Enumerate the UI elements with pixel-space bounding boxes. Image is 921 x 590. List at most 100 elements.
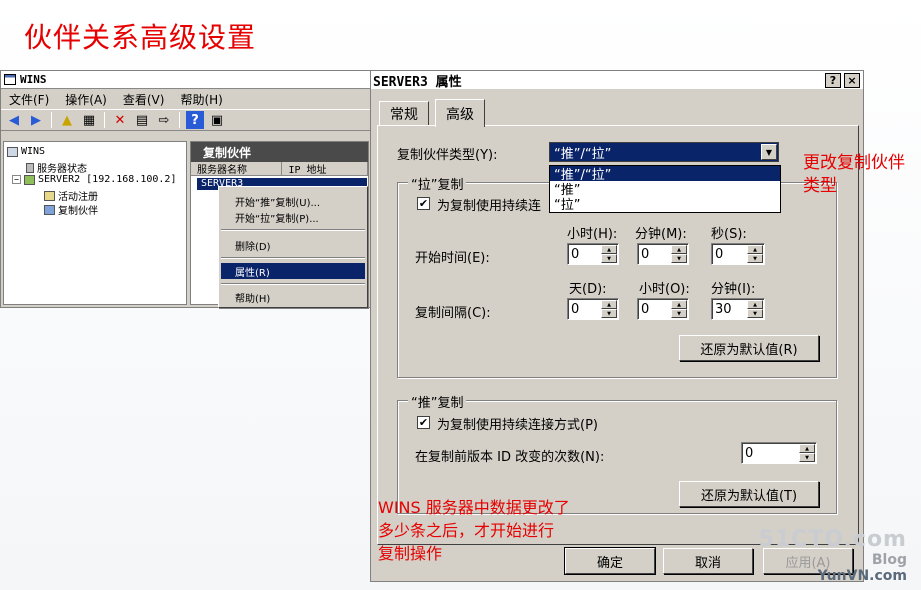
column-header-ip[interactable]: IP 地址 [282,162,368,176]
server-status-icon [26,162,34,173]
menu-view[interactable]: 查看(V) [123,91,165,108]
push-persistent-checkbox[interactable]: ✔ [417,416,430,429]
export-icon[interactable]: ⇨ [155,111,173,129]
push-persistent-label: 为复制使用持续连接方式(P) [437,418,598,433]
console-toolbar: ◀ ▶ ▲ ▦ ✕ ▤ ⇨ ? ▣ [1,109,371,131]
slide-title: 伙伴关系高级设置 [24,21,257,54]
start-minutes-spinner[interactable]: 0 ▲ ▼ [637,243,689,265]
menu-action[interactable]: 操作(A) [65,91,107,108]
annotation-change-type: 更改复制伙伴 类型 [803,152,905,198]
close-button[interactable]: × [844,72,860,88]
partners-icon [44,204,55,215]
spin-down-icon[interactable]: ▼ [601,254,617,263]
minutes2-label: 分钟(I): [711,282,756,297]
annotation-push-threshold: WINS 服务器中数据更改了 多少条之后，才开始进行 复制操作 [378,496,570,565]
tree-item-server-status[interactable]: 服务器状态 [26,160,87,175]
spin-up-icon[interactable]: ▲ [799,444,815,453]
console-title: WINS [20,73,47,86]
console-icon[interactable]: ▣ [208,111,226,129]
minutes-label: 分钟(M): [635,227,687,242]
tab-advanced[interactable]: 高级 [435,99,485,127]
dialog-titlebar: SERVER3 属性 ? × [371,71,863,90]
spinner-value: 0 [571,301,580,317]
dropdown-option-push[interactable]: “推” [550,181,780,198]
spinner-value: 30 [715,301,732,317]
interval-minutes-spinner[interactable]: 30 ▲ ▼ [711,298,765,320]
menu-item-delete[interactable]: 删除(D) [221,237,365,253]
spin-up-icon[interactable]: ▲ [601,245,617,254]
annotation-line: 多少条之后，才开始进行 [378,521,555,540]
dropdown-option-pull[interactable]: “拉” [550,196,780,213]
pull-persistent-checkbox[interactable]: ✔ [417,197,430,210]
version-id-spinner[interactable]: 0 ▲ ▼ [741,442,817,464]
back-arrow-icon[interactable]: ◀ [5,111,23,129]
tree-label: SERVER2 [192.168.100.2] [38,174,177,185]
context-menu: 开始“推”复制(U)... 开始“拉”复制(P)... 删除(D) 属性(R) … [218,186,368,308]
watermark-site: 51CTO.com [758,527,907,552]
menu-item-start-pull[interactable]: 开始“拉”复制(P)... [221,209,365,225]
spin-down-icon[interactable]: ▼ [799,453,815,462]
partner-type-select[interactable]: “推”/“拉” ▼ [549,142,779,162]
spin-down-icon[interactable]: ▼ [671,254,687,263]
tree-item-active-registrations[interactable]: 活动注册 [44,188,98,203]
spin-down-icon[interactable]: ▼ [601,309,617,318]
dialog-title: SERVER3 属性 [373,74,462,90]
help-button[interactable]: ? [825,72,841,88]
spin-down-icon[interactable]: ▼ [747,309,763,318]
spin-up-icon[interactable]: ▲ [671,245,687,254]
push-restore-defaults-button[interactable]: 还原为默认值(T) [679,481,819,507]
menu-item-help[interactable]: 帮助(H) [221,289,365,305]
menu-separator [221,283,365,285]
wins-app-icon [4,74,16,85]
menu-file[interactable]: 文件(F) [9,91,49,108]
registrations-icon [44,190,55,201]
ok-button[interactable]: 确定 [564,547,656,575]
tab-general[interactable]: 常规 [379,101,429,125]
menu-item-start-push[interactable]: 开始“推”复制(U)... [221,193,365,209]
cancel-button[interactable]: 取消 [663,548,753,574]
annotation-line: WINS 服务器中数据更改了 [378,498,570,517]
partner-type-dropdown-list: “推”/“拉” “推” “拉” [549,165,781,213]
interval-days-spinner[interactable]: 0 ▲ ▼ [567,298,619,320]
spinner-value: 0 [641,301,650,317]
interval-hours-spinner[interactable]: 0 ▲ ▼ [637,298,689,320]
properties-icon[interactable]: ▤ [133,111,151,129]
show-tree-icon[interactable]: ▦ [80,111,98,129]
annotation-line: 类型 [803,176,837,196]
up-folder-icon[interactable]: ▲ [58,111,76,129]
start-seconds-spinner[interactable]: 0 ▲ ▼ [711,243,765,265]
pull-group-label: “拉”复制 [408,174,467,193]
pull-restore-defaults-button[interactable]: 还原为默认值(R) [679,335,819,361]
dropdown-option-push-pull[interactable]: “推”/“拉” [550,166,780,183]
spin-up-icon[interactable]: ▲ [747,245,763,254]
column-header-server-name[interactable]: 服务器名称 [191,162,283,176]
dropdown-arrow-icon[interactable]: ▼ [761,144,777,160]
hours2-label: 小时(O): [639,282,690,297]
tree-item-server2[interactable]: − SERVER2 [192.168.100.2] [12,174,176,185]
interval-label: 复制间隔(C): [415,306,491,321]
spin-down-icon[interactable]: ▼ [671,309,687,318]
spinner-value: 0 [571,246,580,262]
tree-item-replication-partners[interactable]: 复制伙伴 [44,202,98,217]
details-header: 复制伙伴 [191,142,368,162]
start-hours-spinner[interactable]: 0 ▲ ▼ [567,243,619,265]
tree-label: 复制伙伴 [58,206,98,217]
toolbar-separator [104,112,105,128]
spinner-value: 0 [641,246,650,262]
help-icon[interactable]: ? [186,111,204,129]
forward-arrow-icon[interactable]: ▶ [27,111,45,129]
menu-item-properties[interactable]: 属性(R) [221,263,365,279]
spin-down-icon[interactable]: ▼ [747,254,763,263]
spin-up-icon[interactable]: ▲ [601,300,617,309]
wins-tree-icon [7,146,18,157]
hours-label: 小时(H): [567,227,618,242]
spin-up-icon[interactable]: ▲ [671,300,687,309]
spin-up-icon[interactable]: ▲ [747,300,763,309]
delete-icon[interactable]: ✕ [111,111,129,129]
collapse-icon[interactable]: − [12,175,21,184]
column-headers: 服务器名称 IP 地址 [191,162,368,176]
tree-item-wins[interactable]: WINS [7,146,45,157]
pull-persistent-label: 为复制使用持续连 [437,199,542,214]
menu-help[interactable]: 帮助(H) [180,91,222,108]
days-label: 天(D): [569,282,607,297]
